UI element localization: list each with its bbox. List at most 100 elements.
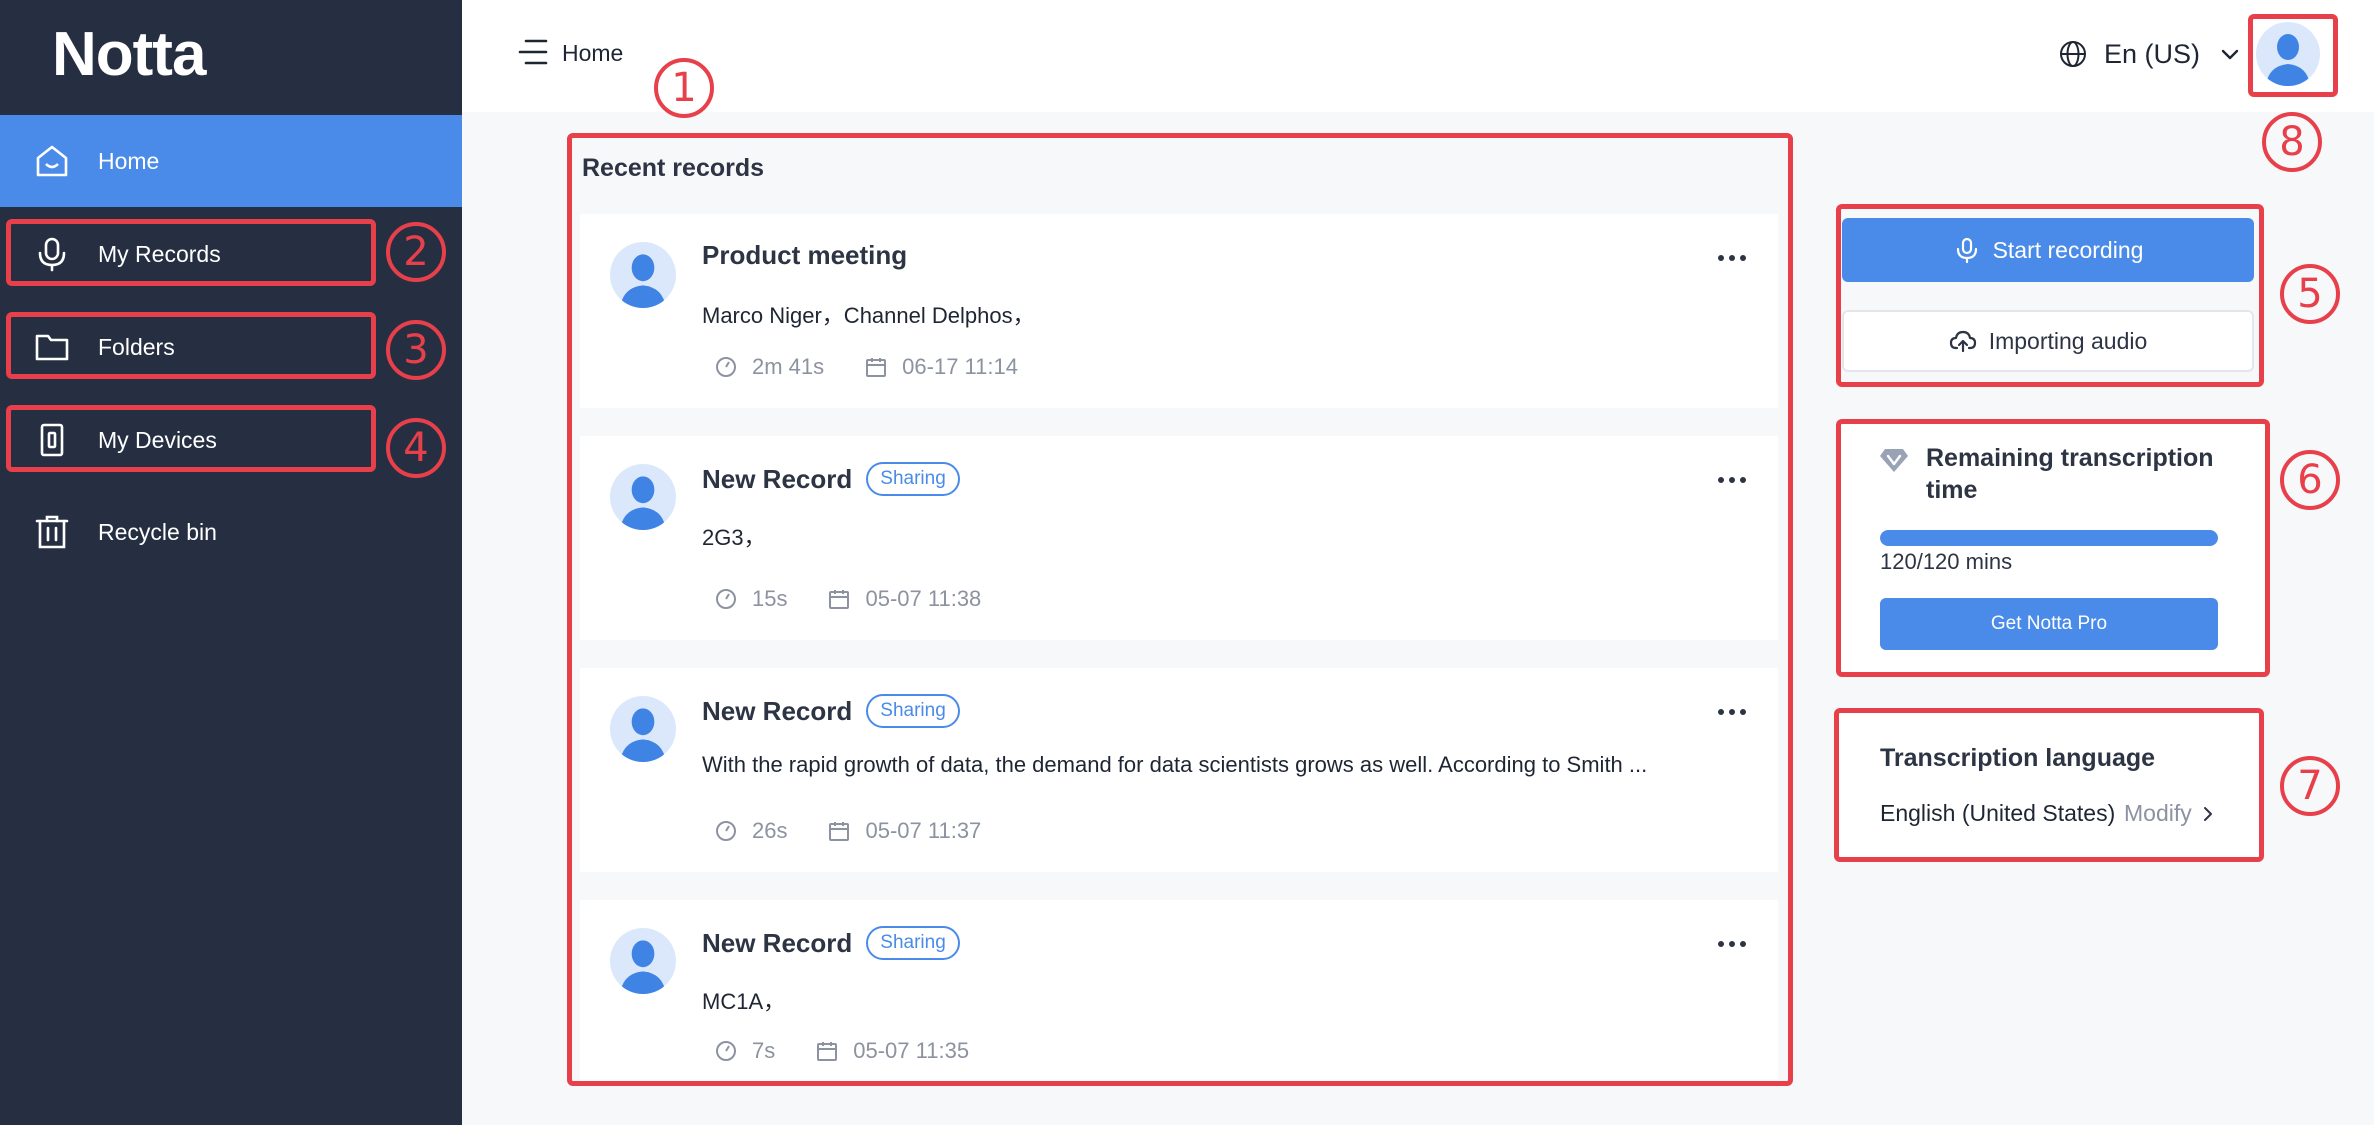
microphone-icon [38, 237, 66, 272]
record-card[interactable]: New Record Sharing 2G3， 15s 05-07 11:38 [580, 436, 1778, 640]
start-recording-label: Start recording [1992, 236, 2144, 263]
record-meta: 2m 41s 06-17 11:14 [714, 354, 1018, 380]
record-meta: 26s 05-07 11:37 [714, 818, 981, 844]
calendar-icon [817, 1042, 838, 1061]
record-avatar [610, 696, 676, 762]
recent-records-title: Recent records [582, 154, 765, 182]
sidebar: Notta Home My Records Folders My Devices [0, 0, 462, 1125]
language-selector[interactable]: En (US) [2058, 34, 2240, 74]
clock-icon [716, 589, 736, 609]
cloud-upload-icon [1949, 330, 1976, 353]
record-title[interactable]: New Record [702, 928, 852, 959]
sidebar-item-label: My Devices [98, 427, 217, 453]
annotation-number: 8 [2262, 112, 2322, 172]
quota-progress-bar [1880, 530, 2218, 546]
modify-language-link[interactable]: Modify [2124, 800, 2216, 827]
record-title[interactable]: New Record [702, 464, 852, 495]
annotation-number: 7 [2280, 756, 2340, 816]
sidebar-item-label: Folders [98, 334, 175, 360]
annotation-number: 1 [654, 58, 714, 118]
get-notta-pro-button[interactable]: Get Notta Pro [1880, 598, 2218, 650]
record-avatar [610, 464, 676, 530]
user-icon [620, 476, 666, 530]
record-avatar [610, 242, 676, 308]
quota-title: Remaining transcription time [1926, 444, 2214, 504]
trash-icon [35, 515, 69, 549]
sharing-badge: Sharing [866, 926, 960, 960]
record-avatar [610, 928, 676, 994]
transcription-language-value: English (United States) [1880, 800, 2116, 826]
record-title[interactable]: Product meeting [702, 240, 907, 271]
start-recording-button[interactable]: Start recording [1842, 218, 2254, 282]
sharing-badge: Sharing [866, 462, 960, 496]
recent-records-panel: Recent records Product meeting Marco Nig… [570, 136, 1788, 1084]
annotation-number: 6 [2280, 450, 2340, 510]
language-label: En (US) [2104, 38, 2201, 69]
clock-icon [716, 1041, 736, 1061]
record-date: 05-07 11:37 [865, 818, 982, 843]
breadcrumb[interactable]: Home [562, 38, 623, 68]
user-icon [620, 708, 666, 762]
record-description: 2G3， [702, 525, 766, 550]
microphone-icon [1956, 237, 1977, 264]
record-duration: 26s [752, 818, 788, 843]
record-title[interactable]: New Record [702, 696, 852, 727]
calendar-icon [866, 358, 887, 377]
globe-icon [2060, 41, 2086, 67]
calendar-icon [829, 590, 850, 609]
record-card[interactable]: New Record Sharing With the rapid growth… [580, 668, 1778, 872]
transcription-language-title: Transcription language [1880, 744, 2156, 772]
annotation-number: 4 [386, 418, 446, 478]
calendar-icon [829, 822, 850, 841]
chevron-right-icon [2203, 806, 2212, 821]
record-card[interactable]: New Record Sharing MC1A， 7s 05-07 11:35 [580, 900, 1778, 1084]
import-audio-label: Importing audio [1988, 327, 2148, 354]
record-card[interactable]: Product meeting Marco Niger，Channel Delp… [580, 214, 1778, 408]
record-date: 05-07 11:38 [865, 586, 982, 611]
sidebar-item-label: Home [98, 148, 160, 174]
notta-logo[interactable]: Notta [52, 20, 206, 89]
record-meta: 15s 05-07 11:38 [714, 586, 981, 612]
record-duration: 2m 41s [752, 354, 825, 379]
record-date: 05-07 11:35 [853, 1038, 970, 1063]
chevron-down-icon [2221, 49, 2239, 60]
diamond-icon [1880, 449, 1908, 472]
home-icon [36, 145, 68, 177]
transcription-language-card: Transcription language English (United S… [1838, 710, 2260, 858]
record-meta: 7s 05-07 11:35 [714, 1038, 969, 1064]
quota-progress-fill [1880, 530, 2218, 546]
recording-actions: Start recording Importing audio [1836, 206, 2260, 386]
user-icon [2266, 34, 2310, 86]
sidebar-item-home[interactable]: Home [0, 115, 462, 207]
clock-icon [716, 357, 736, 377]
more-options-icon[interactable] [1716, 468, 1748, 492]
annotation-number: 5 [2280, 264, 2340, 324]
sidebar-item-recycle-bin[interactable]: Recycle bin [0, 486, 462, 578]
record-duration: 7s [752, 1038, 776, 1063]
record-description: MC1A， [702, 989, 786, 1014]
more-options-icon[interactable] [1716, 246, 1748, 270]
annotation-number: 3 [386, 320, 446, 380]
user-icon [620, 254, 666, 308]
sidebar-item-label: Recycle bin [98, 519, 217, 545]
more-options-icon[interactable] [1716, 932, 1748, 956]
transcription-quota-card: Remaining transcription time 120/120 min… [1838, 422, 2266, 674]
record-description: With the rapid growth of data, the deman… [702, 752, 1648, 777]
user-icon [620, 940, 666, 994]
sidebar-item-label: My Records [98, 241, 221, 267]
device-icon [40, 423, 64, 457]
modify-language-label: Modify [2124, 800, 2192, 826]
record-duration: 15s [752, 586, 788, 611]
annotation-number: 2 [386, 222, 446, 282]
top-header: Home En (US) [462, 0, 2374, 112]
folder-icon [35, 334, 69, 361]
quota-text: 120/120 mins [1880, 549, 2013, 574]
user-avatar[interactable] [2256, 22, 2320, 86]
more-options-icon[interactable] [1716, 700, 1748, 724]
record-date: 06-17 11:14 [902, 354, 1018, 379]
import-audio-button[interactable]: Importing audio [1842, 310, 2254, 372]
menu-icon[interactable] [518, 38, 548, 66]
clock-icon [716, 821, 736, 841]
record-description: Marco Niger，Channel Delphos， [702, 303, 1035, 328]
sharing-badge: Sharing [866, 694, 960, 728]
